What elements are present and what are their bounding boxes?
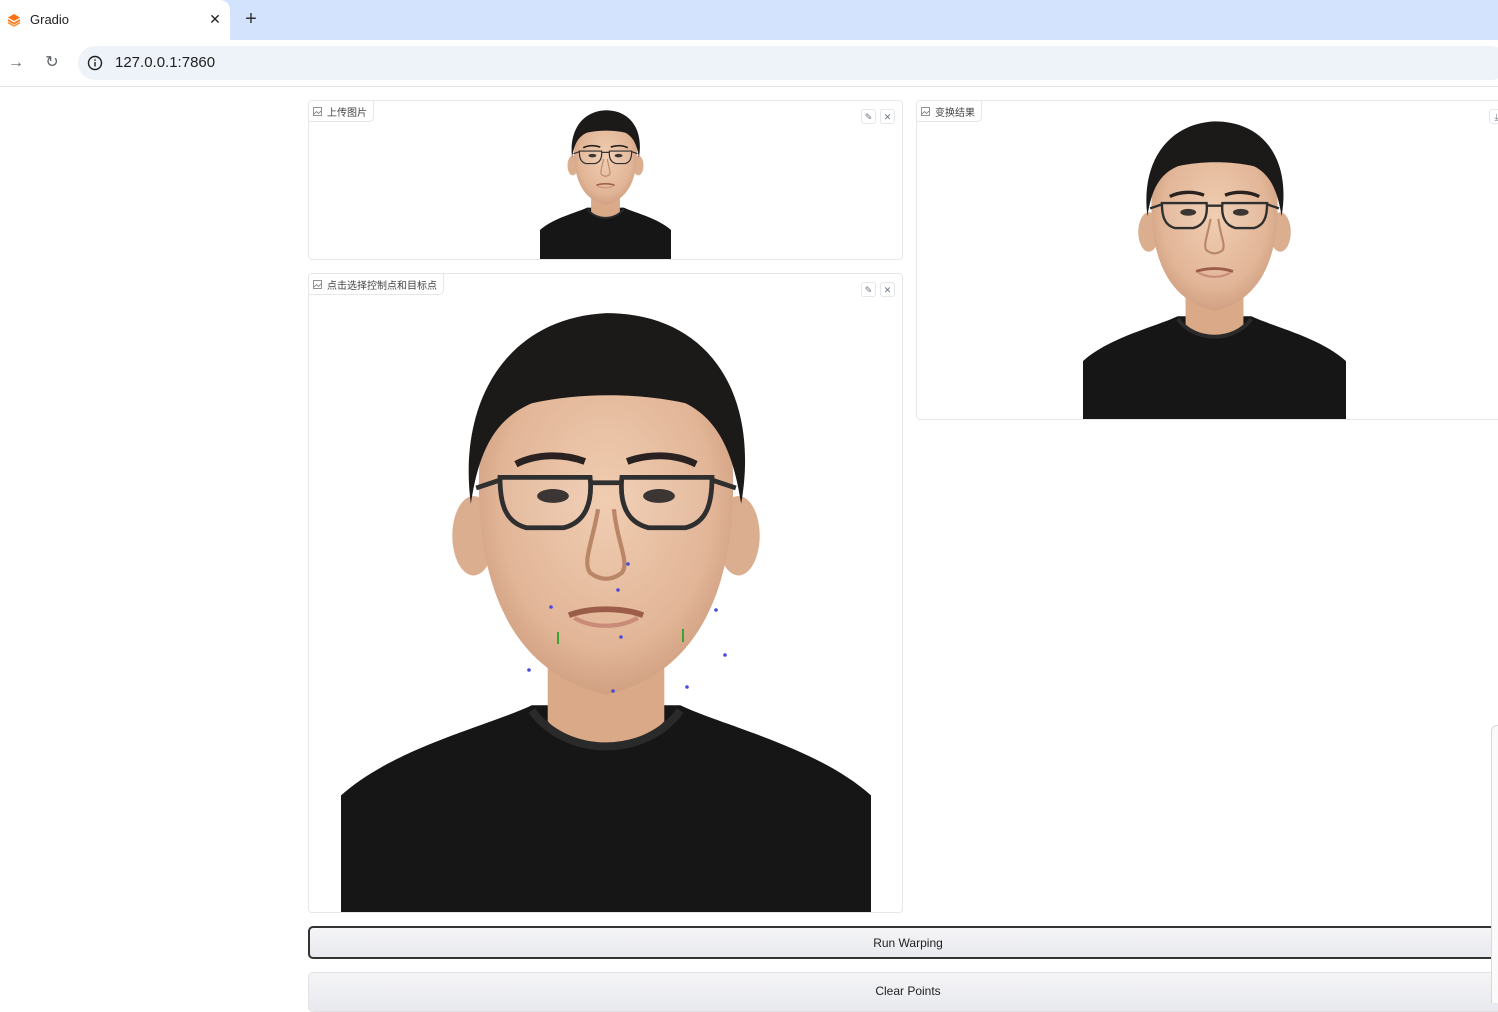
image-icon	[921, 106, 930, 116]
run-warping-button[interactable]: Run Warping	[308, 926, 1498, 959]
select-label: 点击选择控制点和目标点	[309, 274, 444, 295]
download-icon[interactable]: ⤓	[1489, 109, 1498, 124]
image-icon	[313, 106, 322, 116]
reload-icon[interactable]: ↻	[40, 51, 64, 75]
result-label-text: 变换结果	[935, 107, 975, 119]
upload-label-text: 上传图片	[327, 107, 367, 119]
result-label: 变换结果	[917, 101, 982, 122]
browser-tab[interactable]: Gradio ✕	[0, 0, 230, 40]
plus-icon[interactable]: +	[240, 8, 262, 30]
side-overlay-edge	[1491, 725, 1498, 1003]
address-bar[interactable]: 127.0.0.1:7860	[78, 46, 1498, 80]
close-icon[interactable]: ✕	[206, 10, 224, 28]
close-icon[interactable]: ✕	[880, 109, 895, 124]
url-text: 127.0.0.1:7860	[115, 54, 216, 71]
clear-points-button[interactable]: Clear Points	[308, 972, 1498, 1012]
point-select-photo[interactable]	[341, 276, 871, 912]
select-label-text: 点击选择控制点和目标点	[327, 280, 437, 292]
upload-image-panel[interactable]: 上传图片 ✎ ✕	[308, 100, 903, 260]
point-select-panel[interactable]: 点击选择控制点和目标点 ✎ ✕	[308, 273, 903, 913]
gradio-favicon-icon	[7, 14, 21, 27]
result-panel: 变换结果 ⤓	[916, 100, 1498, 420]
edit-icon[interactable]: ✎	[861, 282, 876, 297]
upload-label: 上传图片	[309, 101, 374, 122]
run-warping-label: Run Warping	[873, 936, 943, 950]
info-icon[interactable]	[87, 55, 103, 71]
control-points-layer	[527, 562, 727, 693]
edit-icon[interactable]: ✎	[861, 109, 876, 124]
browser-toolbar: → ↻ 127.0.0.1:7860	[0, 40, 1498, 87]
uploaded-photo	[540, 101, 671, 259]
result-photo	[1083, 103, 1346, 419]
image-icon	[313, 279, 322, 289]
clear-points-label: Clear Points	[875, 984, 941, 998]
forward-icon[interactable]: →	[4, 51, 28, 75]
tab-title: Gradio	[30, 12, 70, 27]
browser-tabbar: Gradio ✕ +	[0, 0, 1498, 40]
close-icon[interactable]: ✕	[880, 282, 895, 297]
